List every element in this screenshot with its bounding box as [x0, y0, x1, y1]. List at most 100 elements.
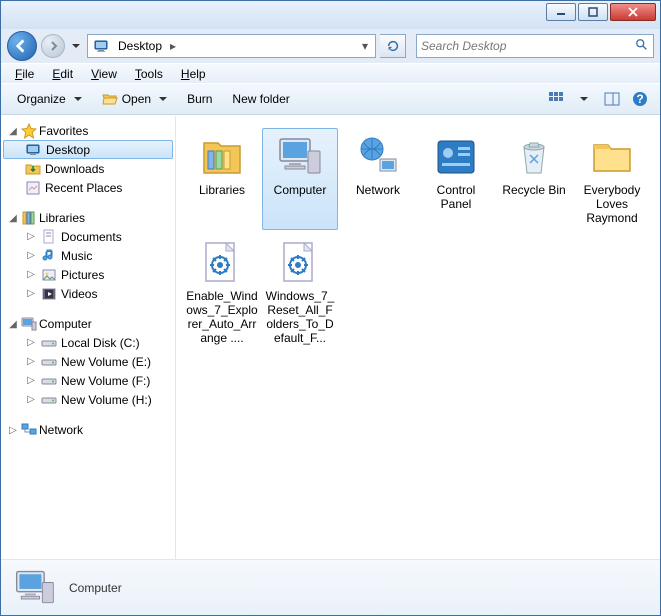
menu-edit[interactable]: Edit [44, 66, 81, 82]
item-label: Windows_7_Reset_All_Folders_To_Default_F… [264, 289, 336, 345]
computer-icon [13, 566, 57, 610]
open-button[interactable]: Open [94, 88, 175, 110]
tree-item-documents[interactable]: ▷ Documents [1, 227, 175, 246]
tree-item-volume-e[interactable]: ▷New Volume (E:) [1, 352, 175, 371]
tree-item-label: Downloads [45, 162, 104, 176]
libraries-icon [21, 210, 37, 226]
body: ◢ Favorites Desktop Downloads Recent Pla… [1, 115, 660, 559]
view-mode-button[interactable] [544, 88, 568, 110]
minimize-button[interactable] [546, 3, 576, 21]
preview-pane-button[interactable] [600, 88, 624, 110]
tree-favorites-header[interactable]: ◢ Favorites [1, 122, 175, 140]
desktop-icon [26, 142, 42, 158]
help-button[interactable]: ? [628, 88, 652, 110]
expand-icon[interactable]: ▷ [25, 356, 37, 367]
item-view[interactable]: Libraries Computer Network Control Panel… [176, 116, 660, 559]
item-regfile-reset[interactable]: Windows_7_Reset_All_Folders_To_Default_F… [262, 234, 338, 350]
tree-item-recent-places[interactable]: Recent Places [1, 178, 175, 197]
tree-item-pictures[interactable]: ▷ Pictures [1, 265, 175, 284]
tree-item-label: New Volume (F:) [61, 374, 150, 388]
item-computer[interactable]: Computer [262, 128, 338, 230]
tree-network: ▷ Network [1, 421, 175, 439]
drive-icon [41, 335, 57, 351]
nav-row: Desktop ▸ ▾ Search Desktop [1, 29, 660, 63]
tree-item-music[interactable]: ▷ Music [1, 246, 175, 265]
expand-icon[interactable]: ▷ [7, 425, 19, 436]
item-label: Control Panel [421, 183, 491, 211]
menu-help[interactable]: Help [173, 66, 214, 82]
item-label: Libraries [199, 183, 245, 197]
titlebar [1, 1, 660, 29]
expand-icon[interactable]: ▷ [25, 250, 37, 261]
expand-icon[interactable]: ▷ [25, 288, 37, 299]
tree-item-volume-h[interactable]: ▷ New Volume (H:) [1, 390, 175, 409]
tree-item-label: Recent Places [45, 181, 122, 195]
expand-icon[interactable]: ▷ [25, 269, 37, 280]
address-bar[interactable]: Desktop ▸ ▾ [87, 34, 376, 58]
menubar: File Edit View Tools Help [1, 63, 660, 83]
recycle-bin-icon [510, 133, 558, 181]
item-libraries[interactable]: Libraries [184, 128, 260, 230]
tree-item-downloads[interactable]: Downloads [1, 159, 175, 178]
drive-icon [41, 392, 57, 408]
tree-item-label: New Volume (H:) [61, 393, 152, 407]
address-segment-desktop[interactable]: Desktop [114, 35, 166, 57]
libraries-icon [198, 133, 246, 181]
maximize-button[interactable] [578, 3, 608, 21]
details-pane: Computer [1, 559, 660, 615]
tree-item-label: Documents [61, 230, 122, 244]
tree-item-label: Music [61, 249, 92, 263]
menu-file[interactable]: File [7, 66, 42, 82]
burn-button[interactable]: Burn [179, 89, 220, 109]
tree-item-videos[interactable]: ▷ Videos [1, 284, 175, 303]
address-dropdown[interactable]: ▾ [357, 39, 373, 53]
tree-item-desktop[interactable]: Desktop [3, 140, 173, 159]
tree-label: Network [39, 423, 83, 437]
expand-icon[interactable]: ▷ [25, 394, 37, 405]
item-regfile-enable[interactable]: Enable_Windows_7_Explorer_Auto_Arrange .… [184, 234, 260, 350]
collapse-icon[interactable]: ◢ [7, 319, 19, 330]
tree-item-volume-f[interactable]: ▷ New Volume (F:) [1, 371, 175, 390]
search-box[interactable]: Search Desktop [416, 34, 654, 58]
tree-libraries: ◢ Libraries ▷Documents ▷Music ▷Pictures … [1, 209, 175, 303]
nav-history-dropdown[interactable] [69, 36, 83, 56]
menu-tools[interactable]: Tools [127, 66, 171, 82]
address-crumb-arrow[interactable]: ▸ [166, 35, 180, 57]
drive-icon [41, 354, 57, 370]
forward-button[interactable] [41, 34, 65, 58]
tree-item-label: Videos [61, 287, 97, 301]
nav-tree[interactable]: ◢ Favorites Desktop Downloads Recent Pla… [1, 116, 176, 559]
network-icon [21, 422, 37, 438]
close-button[interactable] [610, 3, 656, 21]
drive-icon [41, 373, 57, 389]
tree-label: Favorites [39, 124, 88, 138]
item-folder-elr[interactable]: Everybody Loves Raymond [574, 128, 650, 230]
expand-icon[interactable]: ▷ [25, 375, 37, 386]
expand-icon[interactable]: ▷ [25, 231, 37, 242]
refresh-button[interactable] [380, 34, 406, 58]
tree-libraries-header[interactable]: ◢ Libraries [1, 209, 175, 227]
item-network[interactable]: Network [340, 128, 416, 230]
back-button[interactable] [7, 31, 37, 61]
tree-label: Computer [39, 317, 92, 331]
recent-icon [25, 180, 41, 196]
view-dropdown[interactable] [572, 88, 596, 110]
item-control-panel[interactable]: Control Panel [418, 128, 494, 230]
tree-computer-header[interactable]: ◢ Computer [1, 315, 175, 333]
explorer-window: Desktop ▸ ▾ Search Desktop File Edit Vie… [0, 0, 661, 616]
tree-item-local-disk-c[interactable]: ▷ Local Disk (C:) [1, 333, 175, 352]
tree-item-label: Pictures [61, 268, 104, 282]
downloads-icon [25, 161, 41, 177]
collapse-icon[interactable]: ◢ [7, 126, 19, 137]
expand-icon[interactable]: ▷ [25, 337, 37, 348]
organize-button[interactable]: Organize [9, 89, 90, 109]
tree-network-header[interactable]: ▷ Network [1, 421, 175, 439]
tree-item-label: Local Disk (C:) [61, 336, 140, 350]
network-icon [354, 133, 402, 181]
menu-view[interactable]: View [83, 66, 125, 82]
new-folder-button[interactable]: New folder [224, 89, 297, 109]
item-recycle-bin[interactable]: Recycle Bin [496, 128, 572, 230]
folder-open-icon [102, 91, 118, 107]
address-desktop-icon[interactable] [90, 35, 114, 57]
collapse-icon[interactable]: ◢ [7, 213, 19, 224]
